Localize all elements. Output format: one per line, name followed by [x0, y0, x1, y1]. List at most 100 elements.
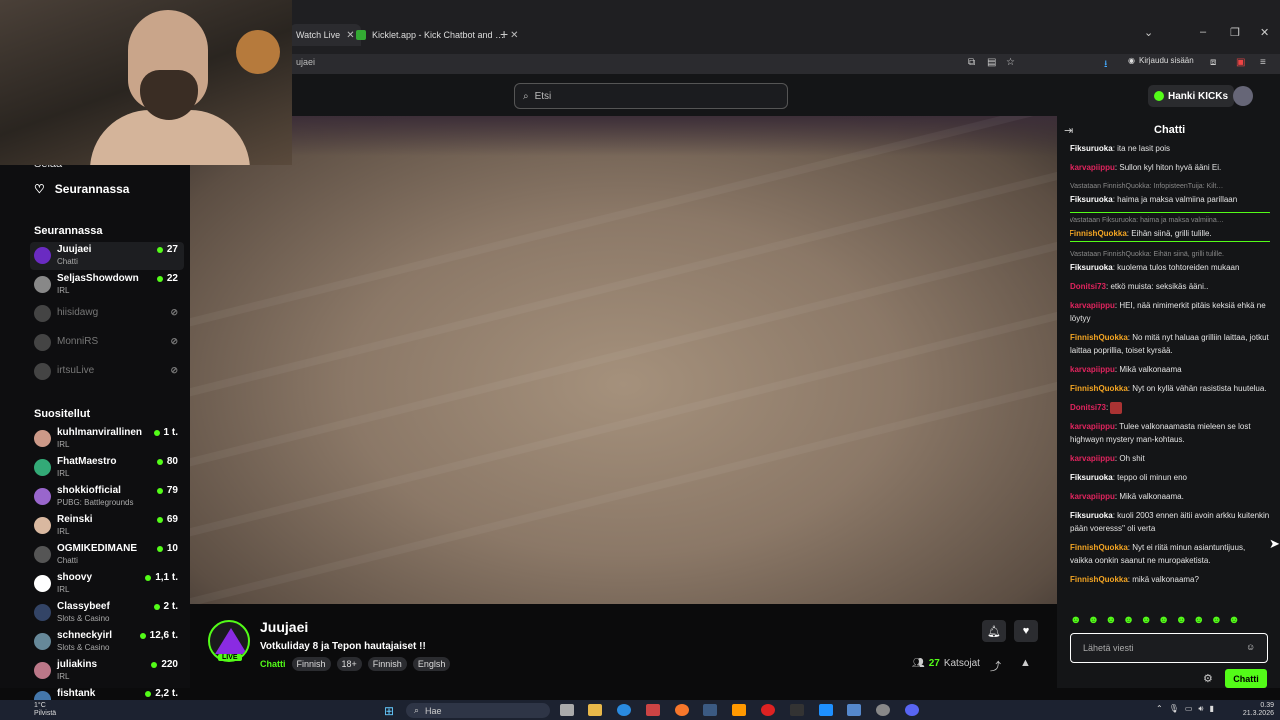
chat-message[interactable]: karvapiippu: Mikä valkonaama. [1070, 490, 1270, 503]
search-input[interactable]: ⌕ Etsi [514, 83, 788, 109]
download-icon[interactable]: ⭳ [1104, 57, 1108, 74]
profile-icon[interactable]: ▣ [1236, 57, 1245, 68]
sidebar-channel-kuhlmanvirallinen[interactable]: kuhlmanvirallinen IRL 1 t. [30, 425, 184, 453]
sidebar-item-following[interactable]: ♡ Seurannassa [34, 182, 129, 196]
chat-message[interactable]: FinnishQuokka: mikä valkonaama? [1070, 573, 1270, 586]
opera-icon[interactable] [761, 704, 775, 716]
store-icon[interactable] [646, 704, 660, 716]
emote-icon[interactable]: ☻ [1228, 614, 1240, 630]
chat-message[interactable]: Fiksuruoka: teppo oli minun eno [1070, 471, 1270, 484]
steam-icon[interactable] [703, 704, 717, 716]
chat-username[interactable]: FinnishQuokka [1070, 229, 1127, 238]
chat-message[interactable]: karvapiippu: HEI, nää nimimerkit pitäis … [1070, 299, 1270, 325]
sidebar-channel-juliakins[interactable]: juliakins IRL 220 [30, 657, 184, 685]
chat-message[interactable]: Fiksuruoka: ita ne lasit pois [1070, 142, 1270, 155]
sidebar-channel-irtsulive[interactable]: irtsuLive ⊘ [30, 358, 184, 386]
tag-18plus[interactable]: 18+ [336, 657, 362, 671]
chat-message[interactable]: karvapiippu: Sullon kyl hiton hyvä ääni … [1070, 161, 1270, 174]
windows-start-icon[interactable]: ⊞ [384, 704, 394, 718]
chat-username[interactable]: Fiksuruoka [1070, 263, 1113, 272]
collapse-chat-icon[interactable]: ⇥ [1064, 124, 1073, 137]
chat-message[interactable]: karvapiippu: Tulee valkonaamasta mieleen… [1070, 420, 1270, 446]
emote-icon[interactable]: ☻ [1211, 614, 1223, 630]
chat-username[interactable]: Fiksuruoka [1070, 511, 1113, 520]
extensions-icon[interactable]: ⧈ [1210, 57, 1216, 68]
chat-username[interactable]: Fiksuruoka [1070, 473, 1113, 482]
sidebar-channel-monnirs[interactable]: MonniRS ⊘ [30, 329, 184, 357]
sidebar-channel-ogmikedimane[interactable]: OGMIKEDIMANE Chatti 10 [30, 541, 184, 569]
sidebar-channel-hiisidawg[interactable]: hiisidawg ⊘ [30, 300, 184, 328]
tag-finnish-2[interactable]: Finnish [367, 657, 407, 671]
emote-icon[interactable]: ☻ [1105, 614, 1117, 630]
gear-icon[interactable]: ⚙ [1203, 672, 1213, 685]
maximize-icon[interactable]: ❐ [1230, 26, 1240, 39]
emote-icon[interactable]: ☻ [1193, 614, 1205, 630]
taskbar-search[interactable]: ⌕ Hae [406, 703, 550, 718]
follow-button[interactable]: ♥ [1014, 620, 1038, 642]
chat-message[interactable]: Donitsi73: etkö muista: seksikäs ääni.. [1070, 280, 1270, 293]
tag-english[interactable]: Englsh [412, 657, 451, 671]
send-chat-button[interactable]: Chatti [1225, 669, 1267, 688]
emote-icon[interactable]: ☻ [1175, 614, 1187, 630]
terminal-icon[interactable] [790, 704, 804, 716]
new-tab-icon[interactable]: + [500, 26, 508, 42]
battery-icon[interactable]: ▮ [1209, 704, 1213, 714]
chat-message[interactable]: karvapiippu: Oh shit [1070, 452, 1270, 465]
task-view-icon[interactable] [560, 704, 574, 716]
sidebar-channel-fhatmaestro[interactable]: FhatMaestro IRL 80 [30, 454, 184, 482]
tag-finnish[interactable]: Finnish [291, 657, 331, 671]
menu-icon[interactable]: ≡ [1260, 57, 1266, 68]
chat-username[interactable]: karvapiippu [1070, 422, 1115, 431]
sidebar-channel-classybeef[interactable]: Classybeef Slots & Casino 2 t. [30, 599, 184, 627]
avatar[interactable] [1233, 86, 1253, 106]
get-kicks-button[interactable]: Hanki KICKs [1148, 85, 1235, 107]
emoji-icon[interactable]: ☺ [1246, 642, 1255, 652]
chat-message[interactable]: Vastataan Fiksuruoka: haima ja maksa val… [1070, 212, 1270, 242]
chat-username[interactable]: Fiksuruoka [1070, 144, 1113, 153]
chat-username[interactable]: FinnishQuokka [1070, 575, 1128, 584]
emote-icon[interactable]: ☻ [1158, 614, 1170, 630]
chat-username[interactable]: FinnishQuokka [1070, 384, 1128, 393]
chat-username[interactable]: Donitsi73 [1070, 282, 1106, 291]
channel-name[interactable]: Juujaei [260, 619, 308, 635]
discord-icon[interactable] [905, 704, 919, 716]
chat-message[interactable]: FinnishQuokka: No mitä nyt haluaa grilli… [1070, 331, 1270, 357]
microphone-icon[interactable]: 🎙︎ [1169, 704, 1179, 714]
chat-message[interactable]: Vastataan FinnishQuokka: InfopisteenTuij… [1070, 180, 1270, 206]
sidebar-channel-shoovy[interactable]: shoovy IRL 1,1 t. [30, 570, 184, 598]
sidebar-channel-seljasshowdown[interactable]: SeljasShowdown IRL 22 [30, 271, 184, 299]
chat-username[interactable]: karvapiippu [1070, 301, 1115, 310]
reader-icon[interactable]: ▤ [987, 57, 996, 68]
emote-icon[interactable]: ☻ [1123, 614, 1135, 630]
chat-input[interactable]: Lähetä viesti [1070, 633, 1268, 663]
minimize-icon[interactable]: – [1200, 26, 1206, 38]
sidebar-channel-reinski[interactable]: Reinski IRL 69 [30, 512, 184, 540]
sidebar-channel-juujaei[interactable]: Juujaei Chatti 27 [30, 242, 184, 270]
clock[interactable]: 0.39 21.3.2026 [1234, 702, 1274, 718]
chat-username[interactable]: Donitsi73 [1070, 403, 1106, 412]
signin-button[interactable]: ◉ Kirjaudu sisään [1128, 56, 1194, 65]
edge-icon[interactable] [617, 704, 631, 716]
chat-message[interactable]: Fiksuruoka: kuoli 2003 ennen äitii avoin… [1070, 509, 1270, 535]
chevron-up-icon[interactable]: ⌃ [1156, 704, 1163, 714]
chat-username[interactable]: karvapiippu [1070, 163, 1115, 172]
report-icon[interactable]: ▲ [1020, 657, 1031, 669]
chat-username[interactable]: FinnishQuokka [1070, 333, 1128, 342]
share-icon[interactable]: ⤴ [990, 658, 1001, 674]
settings-icon[interactable] [876, 704, 890, 716]
stream-category-link[interactable]: Chatti [260, 659, 286, 669]
chat-message[interactable]: Vastataan FinnishQuokka: Eihän siinä, gr… [1070, 248, 1270, 274]
app-icon[interactable] [819, 704, 833, 716]
volume-icon[interactable]: 🔊︎ [1198, 704, 1203, 714]
chat-message[interactable]: FinnishQuokka: Nyt on kyllä vähän rasist… [1070, 382, 1270, 395]
network-icon[interactable]: ▭ [1185, 704, 1193, 714]
chat-username[interactable]: karvapiippu [1070, 492, 1115, 501]
file-explorer-icon[interactable] [588, 704, 602, 716]
sidebar-channel-fishtank[interactable]: fishtank 2,2 t. [30, 686, 184, 700]
chat-username[interactable]: Fiksuruoka [1070, 195, 1113, 204]
sidebar-channel-shokkiofficial[interactable]: shokkiofficial PUBG: Battlegrounds 79 [30, 483, 184, 511]
chat-message[interactable]: Donitsi73: [1070, 401, 1270, 414]
emote-icon[interactable]: ☻ [1070, 614, 1082, 630]
close-window-icon[interactable]: ✕ [1260, 26, 1269, 39]
chevron-down-icon[interactable]: ⌄ [1144, 26, 1153, 39]
